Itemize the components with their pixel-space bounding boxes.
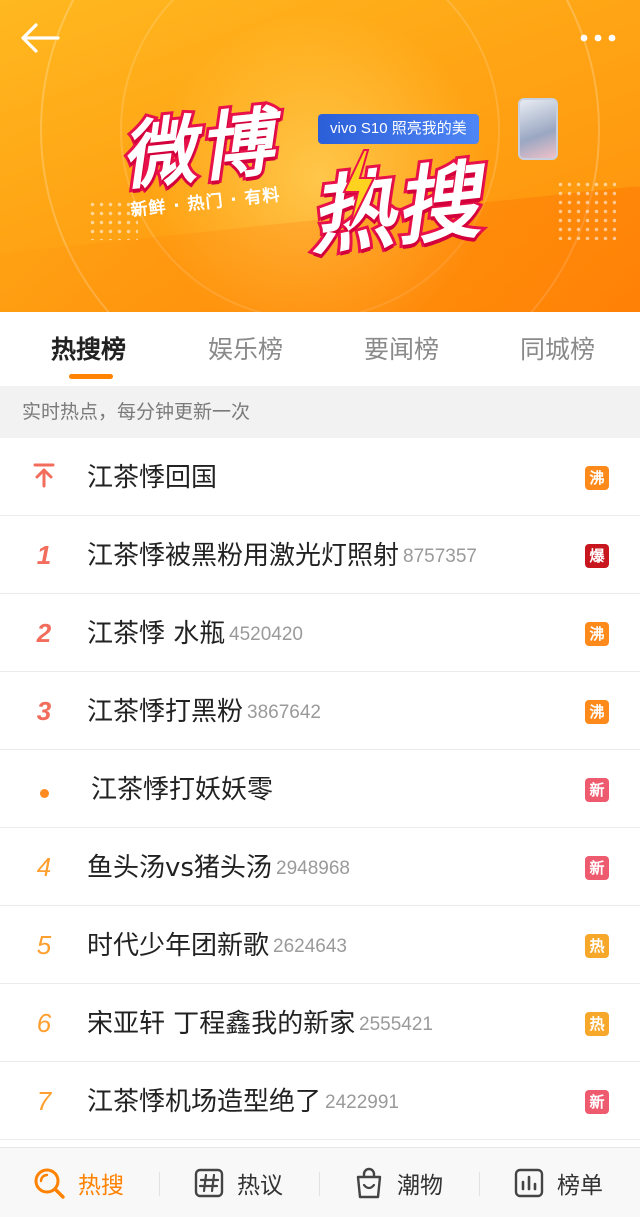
item-title: 江茶悸打妖妖零: [91, 775, 274, 805]
search-icon: [34, 1168, 65, 1199]
nav-discussion[interactable]: 热议: [193, 1148, 283, 1217]
status-badge: 沸: [585, 622, 609, 646]
tab-hot-search[interactable]: 热搜榜: [51, 330, 126, 366]
ranking-tabs: 热搜榜 娱乐榜 要闻榜 同城榜: [0, 312, 640, 386]
ad-brand: vivo S10: [330, 120, 388, 137]
hashtag-icon: [194, 1168, 224, 1198]
tab-entertainment[interactable]: 娱乐榜: [208, 330, 283, 366]
heat-count: 3867642: [247, 702, 321, 723]
bar-chart-icon: [514, 1168, 544, 1198]
item-title: 宋亚轩 丁程鑫我的新家: [87, 1009, 356, 1039]
rank-number: 3: [36, 696, 52, 726]
rank-number: 6: [36, 1008, 52, 1038]
hot-search-item[interactable]: 1 江茶悸被黑粉用激光灯照射 8757357 爆: [0, 516, 640, 594]
item-title: 时代少年团新歌: [87, 931, 270, 961]
status-badge: 爆: [585, 544, 609, 568]
hot-search-item[interactable]: 4 鱼头汤vs猪头汤 2948968 新: [0, 828, 640, 906]
hot-search-item[interactable]: 5 时代少年团新歌 2624643 热: [0, 906, 640, 984]
rank-number: 2: [36, 618, 52, 648]
hot-search-item[interactable]: 7 江茶悸机场造型绝了 2422991 新: [0, 1062, 640, 1140]
heat-count: 2422991: [325, 1092, 399, 1113]
rank-number: 5: [36, 930, 52, 960]
item-title: 鱼头汤vs猪头汤: [87, 853, 272, 883]
bottom-navigation: 热搜 热议 潮物 榜单: [0, 1147, 640, 1217]
heat-count: 2624643: [273, 936, 347, 957]
rank-number: 1: [36, 540, 52, 570]
recommended-dot-icon: [22, 750, 66, 828]
logo-resou-text: 热搜: [301, 147, 488, 269]
status-badge: 新: [585, 778, 609, 802]
item-title: 江茶悸被黑粉用激光灯照射: [87, 541, 400, 571]
hot-search-item[interactable]: 3 江茶悸打黑粉 3867642 沸: [0, 672, 640, 750]
nav-label: 热议: [237, 1173, 283, 1199]
back-button[interactable]: [18, 20, 64, 56]
nav-divider: [479, 1172, 480, 1196]
status-badge: 热: [585, 1012, 609, 1036]
pinned-top-icon: [22, 438, 66, 516]
more-dots-icon: [580, 34, 616, 42]
item-title: 江茶悸打黑粉: [87, 697, 244, 727]
rank-number: 7: [36, 1086, 52, 1116]
nav-label: 热搜: [78, 1173, 124, 1199]
shopping-bag-icon: [356, 1167, 382, 1199]
weibo-hot-search-logo: 微博 热搜 新鲜 · 热门 · 有料 vivo S10 照亮我的美: [104, 84, 564, 270]
banner-dots: [556, 180, 616, 240]
phone-image: [518, 98, 558, 160]
status-badge: 热: [585, 934, 609, 958]
status-badge: 新: [585, 856, 609, 880]
hot-search-item[interactable]: 江茶悸打妖妖零 新: [0, 750, 640, 828]
item-title: 江茶悸机场造型绝了: [87, 1087, 322, 1117]
nav-label: 潮物: [397, 1173, 443, 1199]
item-title: 江茶悸回国: [87, 463, 218, 493]
more-options-button[interactable]: [578, 24, 622, 52]
nav-divider: [319, 1172, 320, 1196]
header-banner: 微博 热搜 新鲜 · 热门 · 有料 vivo S10 照亮我的美: [0, 0, 640, 312]
item-title: 江茶悸 水瓶: [87, 619, 226, 649]
active-tab-indicator: [69, 374, 113, 379]
heat-count: 2948968: [276, 858, 350, 879]
nav-divider: [159, 1172, 160, 1196]
hot-search-item[interactable]: 2 江茶悸 水瓶 4520420 沸: [0, 594, 640, 672]
hot-search-list: 江茶悸回国沸 1 江茶悸被黑粉用激光灯照射 8757357 爆 2 江茶悸 水瓶 452042…: [0, 438, 640, 1140]
nav-label: 榜单: [557, 1173, 603, 1199]
realtime-hint: 实时热点，每分钟更新一次: [0, 386, 640, 438]
ad-slogan: 照亮我的美: [391, 120, 467, 137]
vivo-ad-banner[interactable]: vivo S10 照亮我的美: [318, 114, 479, 144]
heat-count: 2555421: [359, 1014, 433, 1035]
lightning-bolt-icon: [342, 149, 376, 227]
status-badge: 沸: [585, 700, 609, 724]
hot-search-item[interactable]: 6 宋亚轩 丁程鑫我的新家 2555421 热: [0, 984, 640, 1062]
status-badge: 沸: [585, 466, 609, 490]
tab-news[interactable]: 要闻榜: [364, 330, 439, 366]
heat-count: 4520420: [229, 624, 303, 645]
back-arrow-icon: [21, 23, 60, 53]
nav-hot-search[interactable]: 热搜: [32, 1148, 124, 1217]
hot-search-item[interactable]: 江茶悸回国 沸: [0, 438, 640, 516]
rank-number: 4: [36, 852, 52, 882]
heat-count: 8757357: [403, 546, 477, 567]
nav-trends[interactable]: 潮物: [353, 1148, 443, 1217]
nav-rankings[interactable]: 榜单: [513, 1148, 603, 1217]
status-badge: 新: [585, 1090, 609, 1114]
tab-local[interactable]: 同城榜: [520, 330, 595, 366]
